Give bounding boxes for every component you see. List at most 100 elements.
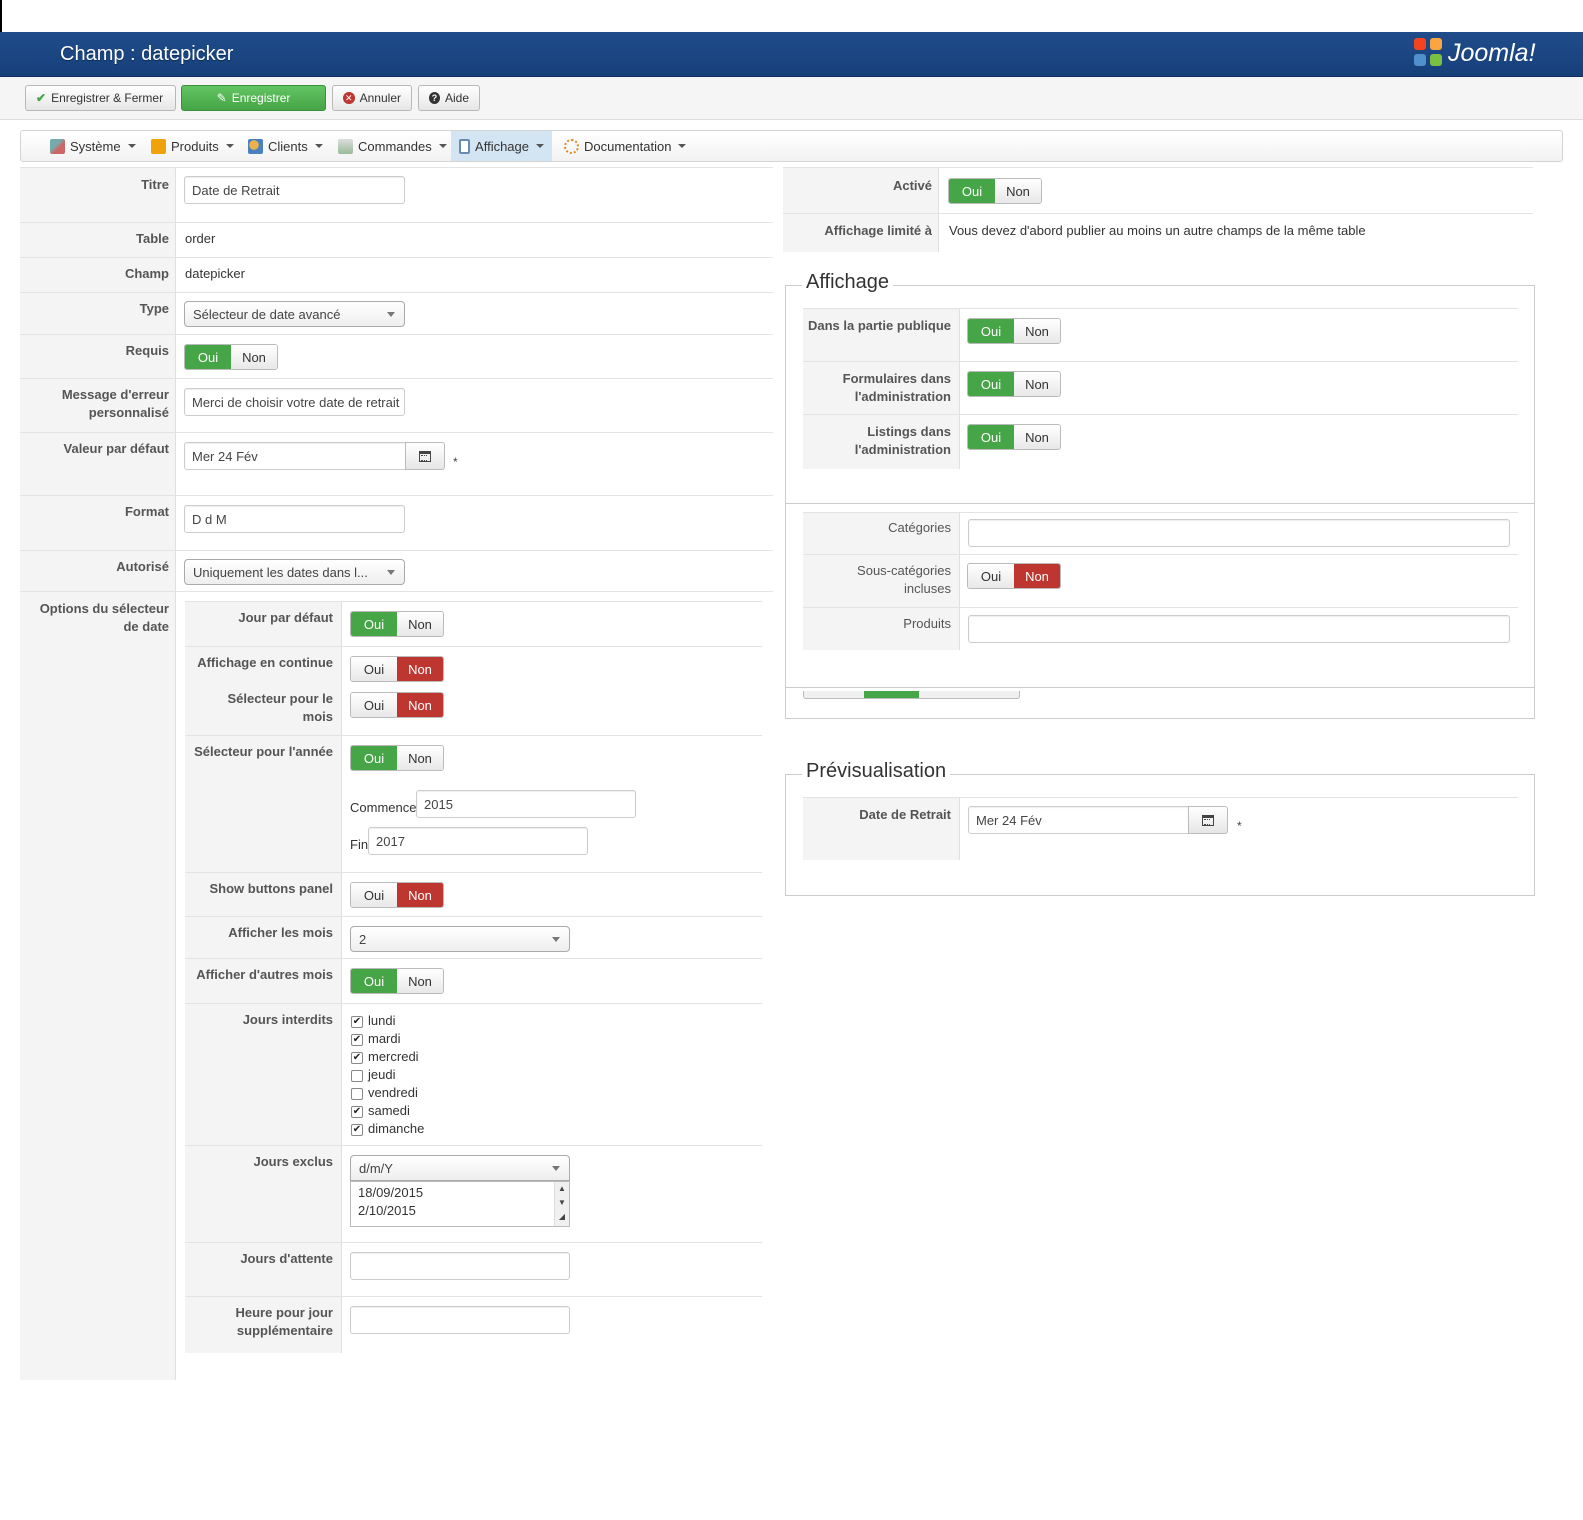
requis-toggle[interactable]: Oui Non [184, 344, 278, 370]
affichage-continue-label: Affichage en continue [197, 655, 333, 670]
yes-option[interactable]: Oui [968, 372, 1014, 396]
no-option[interactable]: Non [1014, 564, 1060, 588]
day-option[interactable]: jeudi [350, 1066, 470, 1084]
divider [20, 222, 773, 223]
message-erreur-input[interactable]: Merci de choisir votre date de retrait [184, 388, 405, 416]
autres-mois-toggle[interactable]: Oui Non [350, 968, 444, 994]
yes-option[interactable]: Oui [351, 969, 397, 993]
menu-clients[interactable]: Clients [240, 131, 331, 161]
day-option[interactable]: vendredi [350, 1084, 470, 1102]
jours-exclus-format-select[interactable]: d/m/Y [350, 1155, 570, 1181]
save-close-button[interactable]: ✔ Enregistrer & Fermer [25, 85, 176, 111]
no-option[interactable]: Non [397, 612, 443, 636]
day-checkbox[interactable]: ✔ [351, 1016, 363, 1028]
divider [20, 257, 773, 258]
day-checkbox[interactable]: ✔ [351, 1106, 363, 1118]
yes-option[interactable]: Oui [351, 883, 397, 907]
selecteur-annee-toggle[interactable]: Oui Non [350, 745, 444, 771]
affichage-continue-toggle[interactable]: Oui Non [350, 656, 444, 682]
yes-option[interactable]: Oui [351, 612, 397, 636]
day-option[interactable]: ✔ samedi [350, 1102, 470, 1120]
yes-option[interactable]: Oui [351, 657, 397, 681]
active-toggle[interactable]: Oui Non [948, 178, 1042, 204]
day-checkbox[interactable]: ✔ [351, 1052, 363, 1064]
yes-option[interactable]: Oui [185, 345, 231, 369]
no-option[interactable]: Non [397, 657, 443, 681]
preview-date-input[interactable]: Mer 24 Fév [968, 806, 1189, 834]
dropdown-arrow-icon [552, 1166, 560, 1171]
preview-calendar-button[interactable] [1188, 806, 1228, 834]
yes-option[interactable]: Oui [949, 179, 995, 203]
day-option[interactable]: ✔ mardi [350, 1030, 470, 1048]
heure-sup-input[interactable] [350, 1306, 570, 1334]
no-option[interactable]: Non [397, 883, 443, 907]
no-option[interactable]: Non [231, 345, 277, 369]
titre-input[interactable]: Date de Retrait [184, 176, 405, 204]
day-checkbox[interactable] [351, 1070, 363, 1082]
sous-categories-toggle[interactable]: Oui Non [967, 563, 1061, 589]
day-label: lundi [368, 1013, 396, 1028]
commence-input[interactable]: 2015 [416, 790, 636, 818]
no-option[interactable]: Non [1014, 425, 1060, 449]
day-checkbox[interactable] [351, 1088, 363, 1100]
users-icon [248, 138, 263, 154]
divider [20, 167, 773, 168]
yes-option[interactable]: Oui [968, 319, 1014, 343]
fin-input[interactable]: 2017 [368, 827, 588, 855]
help-button[interactable]: ? Aide [418, 85, 480, 111]
formulaires-admin-toggle[interactable]: Oui Non [967, 371, 1061, 397]
partie-publique-toggle[interactable]: Oui Non [967, 318, 1061, 344]
menu-commandes[interactable]: Commandes [330, 131, 455, 161]
divider [20, 495, 773, 496]
calendar-button[interactable] [405, 442, 445, 470]
day-option[interactable]: ✔ lundi [350, 1012, 470, 1030]
valeur-defaut-input[interactable]: Mer 24 Fév [184, 442, 406, 470]
autorise-select[interactable]: Uniquement les dates dans l... [184, 559, 405, 585]
show-buttons-toggle[interactable]: Oui Non [350, 882, 444, 908]
dropdown-arrow-icon [552, 937, 560, 942]
no-option[interactable]: Non [397, 693, 443, 717]
yes-option[interactable]: Oui [351, 746, 397, 770]
afficher-mois-select[interactable]: 2 [350, 926, 570, 952]
collapsed-toggle-yes [864, 691, 919, 698]
yes-option[interactable]: Oui [968, 564, 1014, 588]
selecteur-mois-toggle[interactable]: Oui Non [350, 692, 444, 718]
day-option[interactable]: ✔ mercredi [350, 1048, 470, 1066]
save-button[interactable]: ✎ Enregistrer [181, 85, 326, 111]
menu-produits[interactable]: Produits [143, 131, 242, 161]
scrollbar[interactable]: ▲ ▼ ◢ [554, 1182, 569, 1226]
type-label: Type [139, 301, 169, 316]
no-option[interactable]: Non [1014, 372, 1060, 396]
calendar-icon [1202, 814, 1214, 826]
type-select[interactable]: Sélecteur de date avancé [184, 301, 405, 327]
day-checkbox[interactable]: ✔ [351, 1034, 363, 1046]
produits-input[interactable] [968, 615, 1510, 643]
no-option[interactable]: Non [397, 969, 443, 993]
menu-affichage[interactable]: Affichage [451, 131, 552, 161]
selecteur-mois-label: Sélecteur pour le mois [227, 691, 333, 724]
no-option[interactable]: Non [995, 179, 1041, 203]
caret-icon [536, 144, 544, 148]
no-option[interactable]: Non [397, 746, 443, 770]
jours-exclus-textarea[interactable]: 18/09/2015 2/10/2015 ▲ ▼ ◢ [350, 1181, 570, 1227]
jours-attente-input[interactable] [350, 1252, 570, 1280]
cancel-button[interactable]: ✕ Annuler [332, 85, 412, 111]
sous-categories-label: Sous-catégories incluses [857, 563, 951, 596]
categories-input[interactable] [968, 519, 1510, 547]
listings-admin-toggle[interactable]: Oui Non [967, 424, 1061, 450]
excluded-date: 2/10/2015 [358, 1203, 416, 1218]
jour-defaut-toggle[interactable]: Oui Non [350, 611, 444, 637]
divider [185, 1242, 762, 1243]
divider [20, 591, 773, 592]
menu-systeme[interactable]: Système [42, 131, 144, 161]
no-option[interactable]: Non [1014, 319, 1060, 343]
yes-option[interactable]: Oui [351, 693, 397, 717]
day-option[interactable]: ✔ dimanche [350, 1120, 470, 1138]
format-input[interactable]: D d M [184, 505, 405, 533]
day-checkbox[interactable]: ✔ [351, 1124, 363, 1136]
menu-documentation[interactable]: Documentation [556, 131, 694, 161]
affichage-limite-value: Vous devez d'abord publier au moins un a… [949, 223, 1366, 238]
afficher-mois-label: Afficher les mois [228, 925, 333, 940]
commence-label: Commence [350, 800, 417, 815]
yes-option[interactable]: Oui [968, 425, 1014, 449]
